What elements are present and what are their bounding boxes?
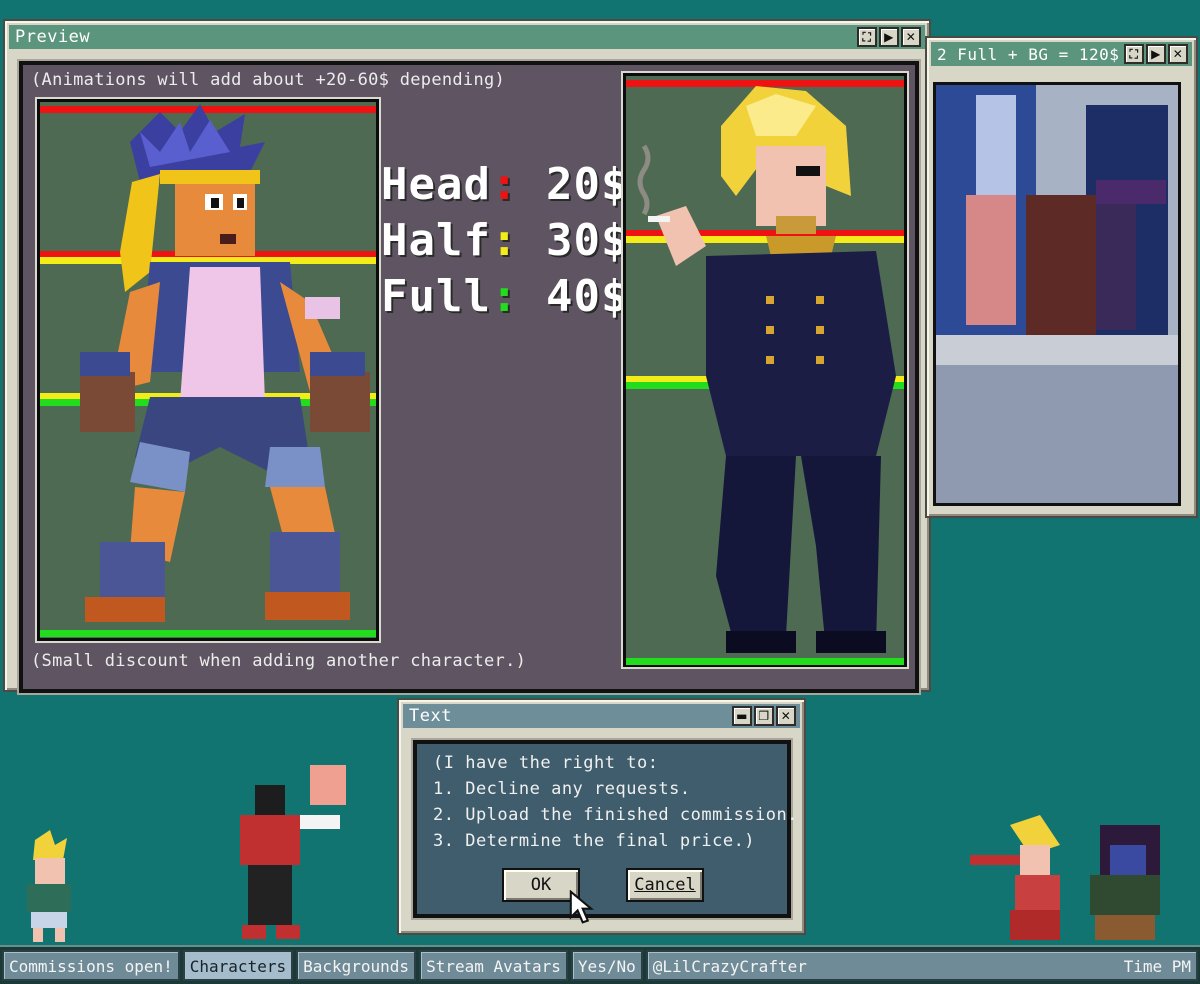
terms-line: 3. Determine the final price.)	[433, 831, 756, 851]
price-half: Half: 30$	[381, 213, 628, 269]
desktop-sprite-jacket-guy	[240, 765, 346, 939]
taskbar-handle[interactable]: @LilCrazyCrafter	[653, 952, 807, 979]
desktop-sprite-blonde-kid	[27, 830, 71, 942]
mouse-cursor-icon	[569, 890, 595, 924]
restore-icon[interactable]: ❐	[754, 706, 774, 726]
play-icon[interactable]: ▶	[1146, 44, 1166, 64]
taskbar-yes-no[interactable]: Yes/No	[570, 950, 643, 981]
suit-character-sprite	[637, 86, 896, 653]
background-scene	[936, 85, 1178, 503]
price-full-sep: :	[490, 271, 519, 322]
price-list: Head: 20$ Half: 30$ Full: 40$	[381, 157, 628, 325]
character-card-left	[37, 99, 379, 641]
close-icon[interactable]: ✕	[776, 706, 796, 726]
taskbar-commissions-open[interactable]: Commissions open!	[2, 950, 180, 981]
text-dialog-body: (I have the right to: 1. Decline any req…	[413, 740, 798, 924]
character-card-right	[623, 73, 907, 667]
terms-line: 2. Upload the finished commission.	[433, 805, 798, 825]
price-head-value: 20$	[545, 159, 629, 210]
discount-note: (Small discount when adding another char…	[31, 651, 527, 671]
price-half-label: Half	[381, 215, 491, 266]
price-full-value: 40$	[545, 271, 629, 322]
preview-content: (Animations will add about +20-60$ depen…	[19, 61, 919, 693]
text-dialog: Text ▬ ❐ ✕ (I have the right to: 1. Decl…	[397, 698, 806, 935]
animation-note: (Animations will add about +20-60$ depen…	[31, 70, 506, 90]
terms-list: (I have the right to: 1. Decline any req…	[433, 750, 798, 854]
preview-window: Preview ⛶ ▶ ✕ (Animations will add about…	[3, 19, 931, 693]
play-icon[interactable]: ▶	[879, 27, 899, 47]
price-head-sep: :	[490, 159, 519, 210]
maximize-icon[interactable]: ⛶	[857, 27, 877, 47]
text-titlebar[interactable]: Text ▬ ❐ ✕	[403, 704, 800, 728]
cancel-button[interactable]: Cancel	[626, 868, 704, 902]
close-icon[interactable]: ✕	[1168, 44, 1188, 64]
price-head: Head: 20$	[381, 157, 628, 213]
taskbar-handle-and-clock[interactable]: @LilCrazyCrafter Time PM	[645, 950, 1198, 981]
price-full: Full: 40$	[381, 269, 628, 325]
price-head-label: Head	[381, 159, 491, 210]
close-icon[interactable]: ✕	[901, 27, 921, 47]
maximize-icon[interactable]: ⛶	[1124, 44, 1144, 64]
preview-title: Preview	[15, 27, 91, 47]
price-half-sep: :	[490, 215, 519, 266]
minimize-icon[interactable]: ▬	[732, 706, 752, 726]
price-full-label: Full	[381, 271, 491, 322]
bg-titlebar[interactable]: 2 Full + BG = 120$ ⛶ ▶ ✕	[931, 42, 1192, 66]
taskbar-backgrounds[interactable]: Backgrounds	[296, 950, 417, 981]
background-artwork	[933, 82, 1181, 506]
taskbar-characters[interactable]: Characters	[182, 950, 294, 981]
text-dialog-title: Text	[409, 706, 452, 726]
taskbar: Commissions open! Characters Backgrounds…	[0, 945, 1200, 984]
preview-titlebar[interactable]: Preview ⛶ ▶ ✕	[9, 25, 925, 49]
bg-window-title: 2 Full + BG = 120$	[937, 44, 1120, 64]
desktop-sprite-duo	[970, 815, 1160, 940]
taskbar-stream-avatars[interactable]: Stream Avatars	[419, 950, 568, 981]
background-preview-window: 2 Full + BG = 120$ ⛶ ▶ ✕	[925, 36, 1198, 518]
terms-line: 1. Decline any requests.	[433, 779, 691, 799]
taskbar-clock: Time PM	[1123, 957, 1191, 976]
price-half-value: 30$	[545, 215, 629, 266]
fighter-sprite	[80, 104, 370, 622]
terms-line: (I have the right to:	[433, 753, 659, 773]
